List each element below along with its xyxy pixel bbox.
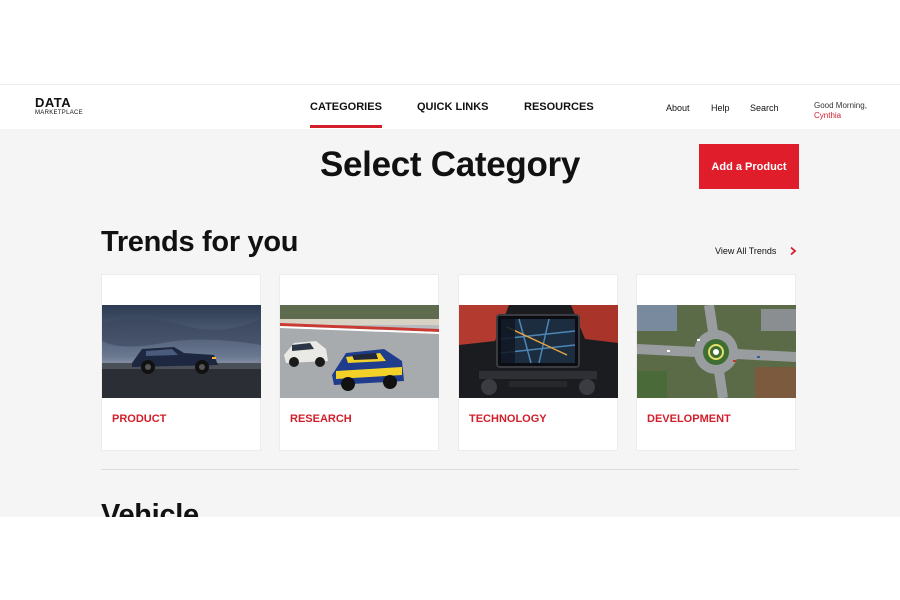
top-header: DATA MARKETPLACE CATEGORIES QUICK LINKS … [0,84,900,129]
greeting-text: Good Morning, [814,101,867,110]
add-product-button[interactable]: Add a Product [699,144,799,189]
category-card-product[interactable]: PRODUCT [101,274,261,451]
section-divider [101,469,799,470]
about-link[interactable]: About [666,103,690,113]
logo-main-text: DATA [35,95,72,110]
logo-sub-text: MARKETPLACE [35,110,83,116]
user-name: Cynthia [814,111,842,120]
category-card-technology[interactable]: TECHNOLOGY [458,274,618,451]
search-link[interactable]: Search [750,103,779,113]
nav-resources[interactable]: RESOURCES [524,101,594,113]
brand-logo[interactable]: DATA MARKETPLACE [35,96,83,116]
trends-heading: Trends for you [101,226,299,258]
roundabout-aerial-photo [637,305,796,398]
app-viewport: DATA MARKETPLACE CATEGORIES QUICK LINKS … [0,84,900,517]
nav-quick-links[interactable]: QUICK LINKS [417,101,489,113]
card-label: TECHNOLOGY [469,413,547,425]
card-label: PRODUCT [112,413,167,425]
pickup-truck-photo [102,305,261,398]
chevron-right-icon[interactable] [788,246,798,256]
view-all-trends-link[interactable]: View All Trends [715,246,776,256]
card-label: DEVELOPMENT [647,413,731,425]
nav-categories[interactable]: CATEGORIES [310,101,382,128]
category-card-development[interactable]: DEVELOPMENT [636,274,796,451]
user-greeting[interactable]: Good Morning, Cynthia [814,101,867,121]
vehicle-heading: Vehicle [101,499,199,517]
race-car-photo [280,305,439,398]
card-label: RESEARCH [290,413,352,425]
dashboard-screen-photo [459,305,618,398]
help-link[interactable]: Help [711,103,730,113]
category-card-research[interactable]: RESEARCH [279,274,439,451]
